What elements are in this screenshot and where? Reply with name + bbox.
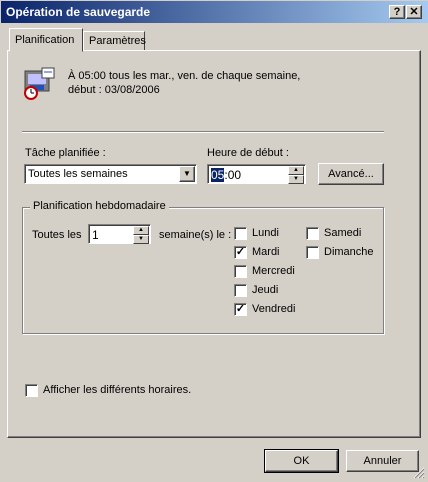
schedule-summary-line2: début : 03/08/2006 xyxy=(68,84,160,96)
task-dropdown-value: Toutes les semaines xyxy=(28,168,128,180)
day-label: Lundi xyxy=(252,227,279,239)
day-label: Dimanche xyxy=(324,246,374,258)
schedule-icon xyxy=(22,67,56,101)
close-button[interactable]: ✕ xyxy=(406,5,422,19)
tab-parametres[interactable]: Paramètres xyxy=(83,31,146,51)
day-checkbox[interactable] xyxy=(234,227,247,240)
every-weeks-field[interactable]: 1 ▲ ▼ xyxy=(88,224,151,244)
start-time-label: Heure de début : xyxy=(207,147,289,159)
spin-down-icon[interactable]: ▼ xyxy=(133,235,149,244)
help-button[interactable]: ? xyxy=(389,5,405,19)
every-weeks-value: 1 xyxy=(92,228,99,242)
tab-panel: À 05:00 tous les mar., ven. de chaque se… xyxy=(7,50,421,438)
day-checkbox[interactable] xyxy=(234,284,247,297)
show-multiple-checkbox[interactable] xyxy=(25,384,38,397)
spin-up-icon[interactable]: ▲ xyxy=(133,226,149,235)
advanced-button[interactable]: Avancé... xyxy=(318,163,384,185)
schedule-summary-line1: À 05:00 tous les mar., ven. de chaque se… xyxy=(68,70,301,82)
day-checkbox[interactable]: ✓ xyxy=(234,246,247,259)
window-title: Opération de sauvegarde xyxy=(6,5,151,19)
resize-grip-icon[interactable] xyxy=(413,467,425,479)
show-multiple-label: Afficher les différents horaires. xyxy=(43,384,192,396)
ok-button[interactable]: OK xyxy=(264,449,339,473)
day-checkbox[interactable] xyxy=(234,265,247,278)
day-checkbox[interactable]: ✓ xyxy=(234,303,247,316)
task-dropdown[interactable]: Toutes les semaines ▼ xyxy=(24,164,197,184)
every-label: Toutes les xyxy=(32,229,82,241)
day-label: Jeudi xyxy=(252,284,279,296)
chevron-down-icon[interactable]: ▼ xyxy=(179,166,195,182)
dialog-window: Opération de sauvegarde ? ✕ Planificatio… xyxy=(0,0,428,482)
separator xyxy=(22,131,384,133)
every-weeks-spinner[interactable]: ▲ ▼ xyxy=(133,226,149,244)
start-time-minutes: :00 xyxy=(224,168,242,182)
spin-up-icon[interactable]: ▲ xyxy=(288,166,304,175)
day-label: Vendredi xyxy=(252,303,296,315)
day-label: Samedi xyxy=(324,227,362,239)
start-time-hour: 05 xyxy=(211,168,225,182)
tab-planification[interactable]: Planification xyxy=(9,28,83,52)
task-label: Tâche planifiée : xyxy=(25,147,106,159)
day-checkbox[interactable] xyxy=(306,246,319,259)
weekly-group-legend: Planification hebdomadaire xyxy=(30,200,169,212)
start-time-field[interactable]: 05:00 ▲ ▼ xyxy=(207,164,306,184)
day-label: Mercredi xyxy=(252,265,295,277)
cancel-button[interactable]: Annuler xyxy=(346,450,419,472)
spin-down-icon[interactable]: ▼ xyxy=(288,175,304,184)
day-checkbox[interactable] xyxy=(306,227,319,240)
weeks-on-label: semaine(s) le : xyxy=(159,229,232,241)
start-time-spinner[interactable]: ▲ ▼ xyxy=(288,166,304,184)
day-label: Mardi xyxy=(252,246,280,258)
title-bar[interactable]: Opération de sauvegarde ? ✕ xyxy=(1,1,428,23)
